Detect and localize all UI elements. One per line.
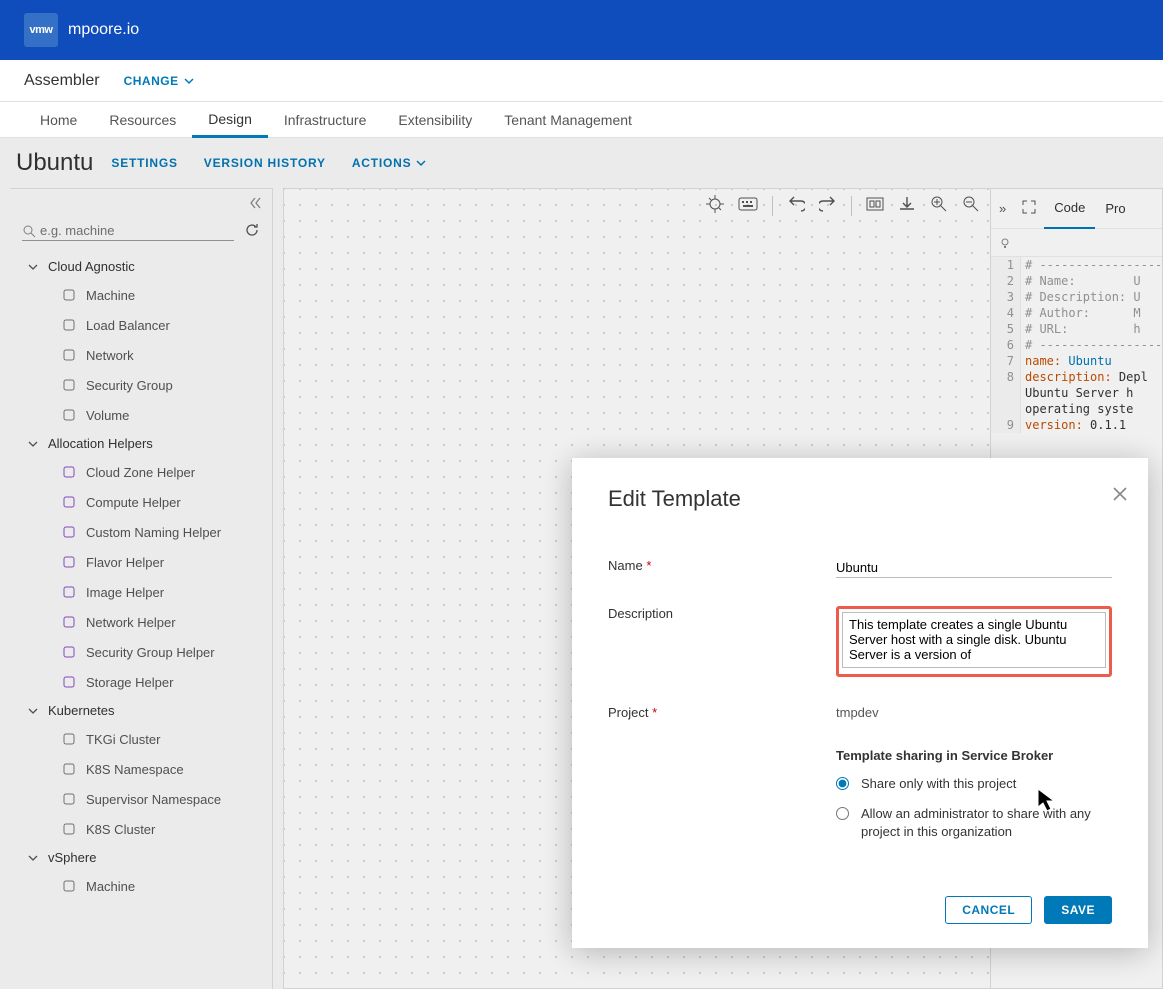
search-wrap [22,221,234,241]
refresh-icon [244,222,260,238]
app-title: Assembler [24,72,100,90]
sidebar-item-load-balancer[interactable]: Load Balancer [10,310,272,340]
navtab-tenant-management[interactable]: Tenant Management [488,102,648,138]
sidebar-item-supervisor-namespace[interactable]: Supervisor Namespace [10,784,272,814]
tab-code[interactable]: Code [1044,189,1095,229]
sidebar-item-storage-helper[interactable]: Storage Helper [10,667,272,697]
modal-footer: CANCEL SAVE [608,896,1112,924]
zoom-in-icon[interactable] [930,195,948,216]
share-project-radio[interactable] [836,777,849,790]
zoom-out-icon[interactable] [962,195,980,216]
share-option-org[interactable]: Allow an administrator to share with any… [836,805,1112,841]
sidebar-item-volume[interactable]: Volume [10,400,272,430]
tab-actions[interactable]: ACTIONS [352,156,428,170]
chevron-down-icon [415,157,427,169]
sidebar-item-tkgi-cluster[interactable]: TKGi Cluster [10,724,272,754]
top-banner: vmw mpoore.io [0,0,1163,60]
edit-template-modal: Edit Template Name * Description Project… [572,458,1148,948]
navtab-extensibility[interactable]: Extensibility [382,102,488,138]
page-title: Ubuntu [16,149,93,177]
sidebar-item-k8s-namespace[interactable]: K8S Namespace [10,754,272,784]
description-input[interactable] [842,612,1106,668]
redo-icon[interactable] [819,195,837,216]
target-icon[interactable] [706,195,724,216]
search-icon [22,224,36,238]
vmware-logo-icon: vmw [24,13,58,47]
primary-nav: HomeResourcesDesignInfrastructureExtensi… [0,102,1163,138]
sidebar-item-machine[interactable]: Machine [10,280,272,310]
share-org-radio[interactable] [836,807,849,820]
group-allocation-helpers[interactable]: Allocation Helpers [10,430,272,457]
canvas-toolbar [706,195,980,216]
expand-left-icon[interactable]: » [991,201,1014,216]
cancel-button[interactable]: CANCEL [945,896,1032,924]
bulb-icon [999,237,1011,249]
description-label: Description [608,606,836,621]
sidebar-item-flavor-helper[interactable]: Flavor Helper [10,547,272,577]
sidebar-tree: Cloud AgnosticMachineLoad BalancerNetwor… [10,245,272,989]
name-label: Name * [608,558,836,573]
site-name: mpoore.io [68,21,139,39]
modal-title: Edit Template [608,486,1112,512]
sidebar-item-image-helper[interactable]: Image Helper [10,577,272,607]
code-tab-row: » Code Pro [991,189,1162,229]
sidebar-item-security-group[interactable]: Security Group [10,370,272,400]
resource-sidebar: Cloud AgnosticMachineLoad BalancerNetwor… [10,188,273,989]
refresh-button[interactable] [244,222,260,241]
page-header: Ubuntu SETTINGS VERSION HISTORY ACTIONS [0,138,1163,188]
hint-row [991,229,1162,257]
collapse-sidebar-button[interactable] [10,189,272,217]
tab-properties[interactable]: Pro [1095,189,1135,229]
save-button[interactable]: SAVE [1044,896,1112,924]
name-input[interactable] [836,558,1112,578]
fit-icon[interactable] [866,195,884,216]
share-option-project[interactable]: Share only with this project [836,775,1112,793]
group-vsphere[interactable]: vSphere [10,844,272,871]
project-value: tmpdev [836,705,1112,720]
undo-icon[interactable] [787,195,805,216]
sidebar-search-row [10,217,272,245]
navtab-design[interactable]: Design [192,102,268,138]
group-cloud-agnostic[interactable]: Cloud Agnostic [10,253,272,280]
sidebar-item-security-group-helper[interactable]: Security Group Helper [10,637,272,667]
sidebar-item-compute-helper[interactable]: Compute Helper [10,487,272,517]
app-bar: Assembler CHANGE [0,60,1163,102]
change-label: CHANGE [124,74,179,88]
sidebar-item-network-helper[interactable]: Network Helper [10,607,272,637]
sharing-header: Template sharing in Service Broker [836,748,1112,763]
sidebar-item-network[interactable]: Network [10,340,272,370]
close-button[interactable] [1112,486,1128,507]
sidebar-item-machine[interactable]: Machine [10,871,272,901]
close-icon [1112,486,1128,502]
navtab-infrastructure[interactable]: Infrastructure [268,102,382,138]
share-project-label: Share only with this project [861,775,1016,793]
navtab-resources[interactable]: Resources [93,102,192,138]
tab-settings[interactable]: SETTINGS [111,156,177,170]
project-label: Project * [608,705,836,720]
sidebar-item-k8s-cluster[interactable]: K8S Cluster [10,814,272,844]
tab-version-history[interactable]: VERSION HISTORY [204,156,326,170]
description-highlight [836,606,1112,677]
expand-full-icon[interactable] [1014,200,1044,217]
sidebar-item-cloud-zone-helper[interactable]: Cloud Zone Helper [10,457,272,487]
double-chevron-left-icon [248,196,262,210]
sidebar-item-custom-naming-helper[interactable]: Custom Naming Helper [10,517,272,547]
group-kubernetes[interactable]: Kubernetes [10,697,272,724]
download-icon[interactable] [898,195,916,216]
change-app-link[interactable]: CHANGE [124,74,195,88]
chevron-down-icon [183,75,195,87]
share-org-label: Allow an administrator to share with any… [861,805,1111,841]
navtab-home[interactable]: Home [24,102,93,138]
search-input[interactable] [40,223,234,238]
keyboard-icon[interactable] [738,197,758,214]
